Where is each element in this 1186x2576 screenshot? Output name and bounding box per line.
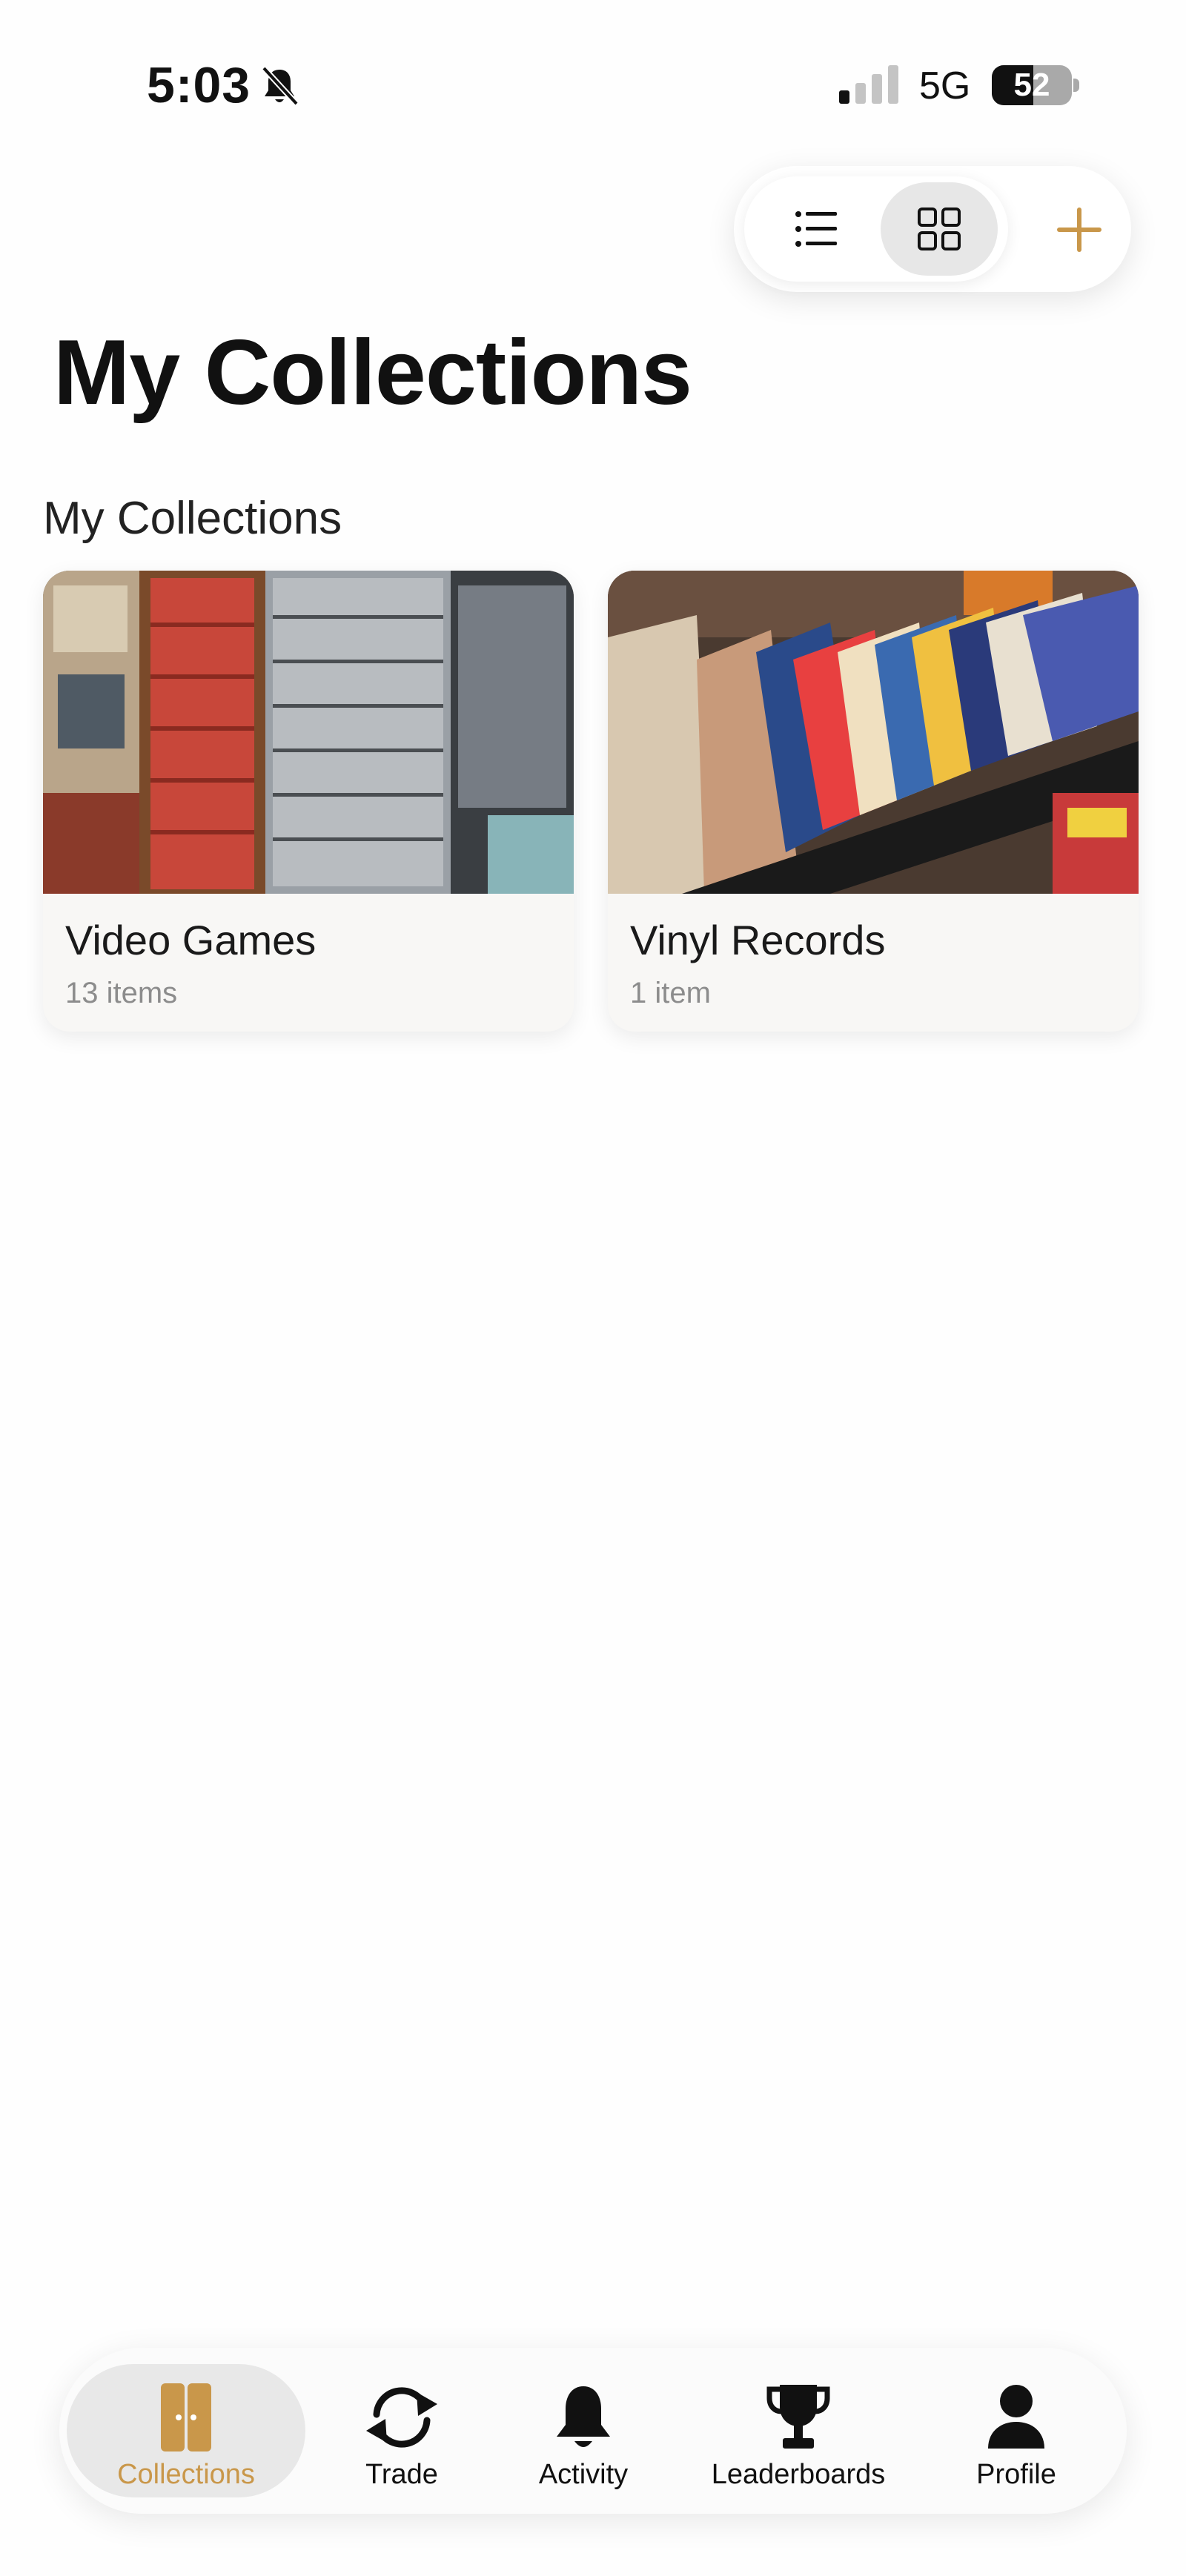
collection-count: 13 items xyxy=(65,977,178,1009)
collection-card-video-games[interactable]: Video Games 13 items xyxy=(43,571,574,1032)
status-bar: 5:03 5G 52 xyxy=(0,0,1186,148)
add-collection-button[interactable] xyxy=(1036,187,1121,271)
video-games-thumbnail xyxy=(43,571,574,894)
nav-trade[interactable]: Trade xyxy=(320,2364,483,2497)
nav-leaderboards[interactable]: Leaderboards xyxy=(683,2364,913,2497)
collection-card-vinyl-records[interactable]: Vinyl Records 1 item xyxy=(608,571,1139,1032)
list-view-button[interactable] xyxy=(758,182,875,276)
grid-icon xyxy=(918,208,961,250)
trophy-icon xyxy=(766,2385,830,2449)
nav-label: Collections xyxy=(117,2459,255,2490)
collection-name: Video Games xyxy=(65,917,317,963)
nav-label: Leaderboards xyxy=(711,2459,886,2490)
view-mode-toggle xyxy=(744,176,1008,282)
bottom-nav: Collections Trade Activity Leaderboards xyxy=(59,2348,1127,2514)
collection-name: Vinyl Records xyxy=(630,917,886,963)
cabinet-icon xyxy=(161,2383,211,2451)
battery-level: 52 xyxy=(1013,67,1050,103)
nav-label: Trade xyxy=(365,2459,438,2490)
nav-profile[interactable]: Profile xyxy=(928,2364,1104,2497)
battery-icon: 52 xyxy=(992,65,1081,105)
nav-label: Profile xyxy=(976,2459,1056,2490)
vinyl-records-thumbnail xyxy=(608,571,1139,894)
trade-arrows-icon xyxy=(366,2387,437,2448)
nav-label: Activity xyxy=(538,2459,629,2490)
view-toolbar xyxy=(734,166,1131,292)
person-icon xyxy=(988,2385,1044,2449)
page-title: My Collections xyxy=(53,322,692,424)
nav-activity[interactable]: Activity xyxy=(498,2364,669,2497)
status-time: 5:03 xyxy=(147,57,251,113)
list-icon xyxy=(795,211,837,247)
plus-icon xyxy=(1057,208,1101,252)
network-type: 5G xyxy=(919,64,971,107)
bell-slash-icon xyxy=(262,66,299,106)
bell-icon xyxy=(557,2386,610,2447)
collection-count: 1 item xyxy=(630,977,711,1009)
nav-collections[interactable]: Collections xyxy=(67,2364,305,2497)
signal-icon xyxy=(839,65,898,104)
section-title: My Collections xyxy=(43,493,342,544)
grid-view-button[interactable] xyxy=(881,182,998,276)
